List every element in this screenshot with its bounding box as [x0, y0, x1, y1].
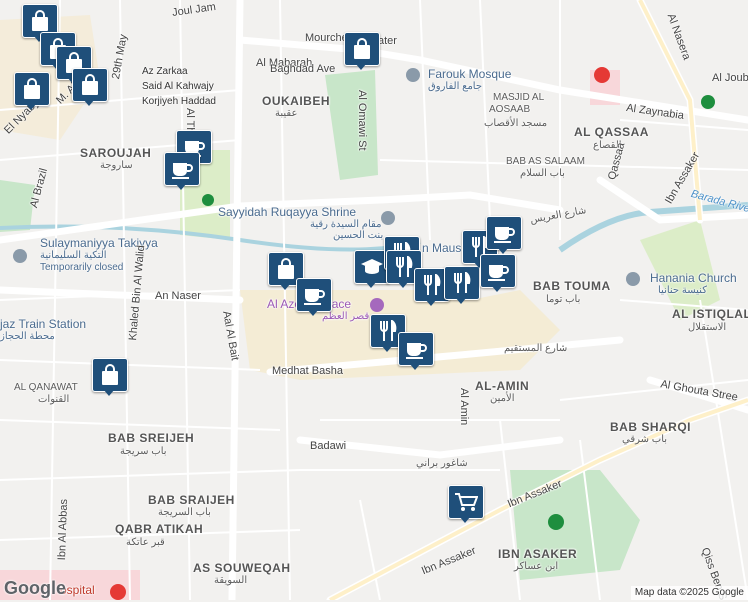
district-label-ar: باب السريجة	[158, 507, 211, 518]
road-label: Ibn Al Abbas	[56, 498, 71, 561]
shopping-marker[interactable]	[344, 32, 380, 72]
poi-label-ar: محطة الحجاز	[0, 331, 55, 342]
district-label-ar: ابن عساكر	[514, 561, 559, 572]
shrine-pin	[381, 211, 395, 225]
district-label-ar: ساروجة	[100, 160, 133, 171]
cafe-marker[interactable]	[296, 278, 332, 318]
district-label: AL-AMIN	[475, 379, 530, 393]
takiyya-pin	[13, 249, 27, 263]
fork-knife-icon	[454, 272, 471, 293]
district-label-ar: مسجد الأقصاب	[484, 118, 548, 129]
road-label-ar: شارع المستقيم	[504, 343, 568, 354]
district-label: AL QASSAA	[574, 125, 649, 139]
poi-label[interactable]: Farouk Mosque	[428, 68, 511, 80]
road-label: An Naser	[155, 290, 201, 302]
shopping-bag-icon	[82, 74, 98, 95]
fork-knife-icon	[380, 320, 397, 341]
district-label-ar: باب توما	[546, 294, 581, 305]
coffee-cup-icon	[304, 289, 325, 305]
road-label: Badawi	[310, 440, 347, 452]
shopping-bag-icon	[102, 364, 118, 385]
cafe-marker[interactable]	[164, 152, 200, 192]
shopping-bag-icon	[278, 258, 294, 279]
district-label: BAB SRAIJEH	[148, 493, 235, 507]
district-label: BAB SHARQI	[610, 420, 692, 434]
poi-label-ar: بنت الحسين	[333, 230, 384, 241]
district-label-ar: باب شرقي	[622, 434, 668, 445]
poi-label[interactable]: n Maus	[422, 242, 461, 254]
google-logo[interactable]: Google	[4, 578, 66, 599]
district-label: AOSAAB	[489, 104, 531, 115]
cafe-marker[interactable]	[486, 216, 522, 256]
shopping-marker[interactable]	[92, 358, 128, 398]
district-label-ar: القنوات	[38, 394, 70, 405]
district-label: AL ISTIQLAL	[672, 307, 748, 321]
district-label-ar: عقيبة	[275, 108, 298, 119]
graduation-cap-icon	[361, 259, 383, 274]
cafe-marker[interactable]	[480, 254, 516, 294]
poi-label-ar: جامع الفاروق	[428, 81, 483, 92]
district-label: OUKAIBEH	[262, 94, 331, 108]
coffee-cup-icon	[494, 227, 515, 243]
coffee-cup-icon	[488, 265, 509, 281]
poi-label[interactable]: jaz Train Station	[0, 318, 86, 330]
poi-label-ar: كنيسة حنانيا	[658, 285, 707, 296]
shopping-bag-icon	[32, 10, 48, 31]
palace-pin	[370, 298, 384, 312]
district-label-ar: السويقة	[214, 575, 248, 586]
cafe-marker[interactable]	[398, 332, 434, 372]
poi-label[interactable]: Said Al Kahwajy	[142, 81, 214, 93]
shopping-bag-icon	[24, 78, 40, 99]
district-label: QABR ATIKAH	[115, 522, 204, 536]
district-label-ar: الأمين	[490, 393, 515, 404]
road-label: Baghdad Ave	[270, 63, 336, 75]
restaurant-marker[interactable]	[444, 266, 480, 306]
shopping-marker[interactable]	[14, 72, 50, 112]
poi-label[interactable]: Az Zarkaa	[142, 66, 188, 78]
road-label: Al Omawi St	[356, 90, 368, 151]
shopping-bag-icon	[354, 38, 370, 59]
road-label: Al Joubar	[712, 72, 748, 84]
district-label: BAB TOUMA	[533, 279, 611, 293]
shopping-marker[interactable]	[72, 68, 108, 108]
fork-knife-icon	[396, 256, 413, 277]
district-label: SAROUJAH	[80, 146, 152, 160]
park-pin-2	[701, 95, 715, 109]
road-label: Mourche	[305, 32, 348, 44]
fork-knife-icon	[424, 274, 441, 295]
supermarket-marker[interactable]	[448, 485, 484, 525]
district-label-ar: قبر عاتكة	[126, 537, 165, 548]
road-label: Medhat Basha	[272, 365, 343, 377]
map-canvas[interactable]	[0, 0, 748, 600]
poi-label-ar: التكية السليمانية	[40, 250, 107, 261]
road-label: ater	[378, 35, 397, 47]
hospital-pin-2	[110, 584, 126, 600]
coffee-cup-icon	[172, 163, 193, 179]
coffee-cup-icon	[406, 343, 427, 359]
poi-status: Temporarily closed	[40, 262, 124, 273]
district-label-ar: الاستقلال	[688, 322, 727, 333]
park-pin	[548, 514, 564, 530]
district-label: IBN ASAKER	[498, 547, 578, 561]
road-label-ar: شاغور براني	[416, 458, 468, 469]
district-label: AL QANAWAT	[14, 382, 78, 393]
district-label: AS SOUWEQAH	[193, 561, 291, 575]
mosque-pin	[406, 68, 420, 82]
poi-label[interactable]: Hanania Church	[650, 272, 737, 284]
hospital-pin	[594, 67, 610, 83]
church-pin	[626, 272, 640, 286]
poi-label[interactable]: Korjiyeh Haddad	[142, 96, 216, 108]
park-pin-3	[202, 194, 214, 206]
district-label: BAB AS SALAAM	[506, 156, 585, 167]
road-label: Al Amin	[458, 388, 470, 426]
map-attribution[interactable]: Map data ©2025 Google	[630, 586, 748, 600]
district-label-ar: باب السلام	[520, 168, 565, 179]
shopping-cart-icon	[455, 493, 478, 511]
district-label-ar: باب سريجة	[120, 446, 167, 457]
district-label: MASJID AL	[493, 92, 545, 103]
district-label: BAB SREIJEH	[108, 431, 195, 445]
poi-label[interactable]: Sayyidah Ruqayya Shrine	[218, 206, 356, 218]
